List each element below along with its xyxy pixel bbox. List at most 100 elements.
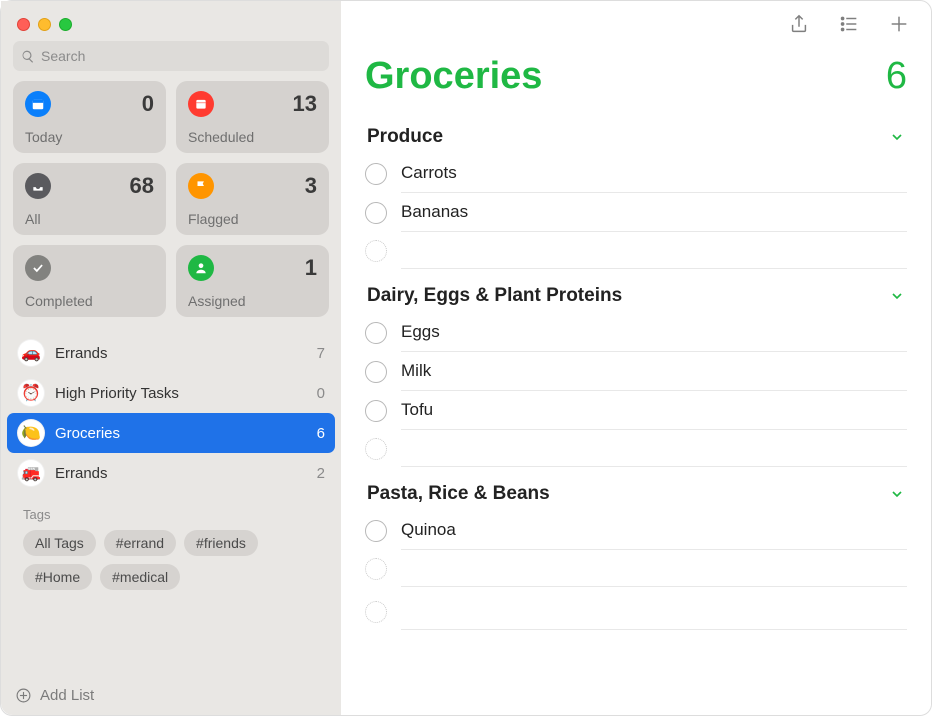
- card-assigned[interactable]: 1 Assigned: [176, 245, 329, 317]
- tags-heading: Tags: [23, 507, 319, 522]
- chevron-down-icon[interactable]: [889, 129, 905, 145]
- reminder-title: Quinoa: [401, 520, 456, 539]
- reminder-item[interactable]: Quinoa: [365, 511, 907, 550]
- share-icon: [788, 13, 810, 35]
- card-flagged-label: Flagged: [188, 211, 317, 227]
- reminder-item[interactable]: Milk: [365, 352, 907, 391]
- list-icon: 🚗: [17, 339, 45, 367]
- smart-list-cards: 0 Today 13 Scheduled 68: [1, 81, 341, 327]
- search-icon: [21, 49, 35, 64]
- chevron-down-icon[interactable]: [889, 288, 905, 304]
- list-row-groceries[interactable]: 🍋 Groceries 6: [7, 413, 335, 453]
- completion-circle-placeholder: [365, 558, 387, 580]
- list-count: 0: [317, 385, 325, 402]
- list-row-errands-2[interactable]: 🚒 Errands 2: [7, 453, 335, 493]
- card-today-count: 0: [142, 91, 154, 117]
- section-heading[interactable]: Produce: [367, 126, 443, 148]
- card-completed[interactable]: Completed: [13, 245, 166, 317]
- card-assigned-count: 1: [305, 255, 317, 281]
- card-completed-label: Completed: [25, 293, 154, 309]
- tag-friends[interactable]: #friends: [184, 530, 258, 556]
- completion-circle[interactable]: [365, 202, 387, 224]
- new-reminder-placeholder[interactable]: [365, 593, 907, 630]
- calendar-today-icon: [25, 91, 51, 117]
- add-list-label: Add List: [40, 687, 94, 704]
- section-produce: Produce Carrots Bananas: [365, 116, 907, 269]
- reminder-title: Eggs: [401, 322, 440, 341]
- card-scheduled-count: 13: [293, 91, 317, 117]
- new-reminder-placeholder[interactable]: [365, 550, 907, 587]
- share-button[interactable]: [787, 12, 811, 36]
- completion-circle[interactable]: [365, 163, 387, 185]
- completion-circle-placeholder: [365, 240, 387, 262]
- list-row-errands[interactable]: 🚗 Errands 7: [7, 333, 335, 373]
- page-title: Groceries: [365, 55, 542, 98]
- sidebar: 0 Today 13 Scheduled 68: [1, 1, 341, 715]
- reminder-item[interactable]: Eggs: [365, 313, 907, 352]
- search-field[interactable]: [13, 41, 329, 71]
- minimize-button[interactable]: [38, 18, 51, 31]
- tags-section: Tags All Tags #errand #friends #Home #me…: [7, 493, 335, 598]
- reminder-item[interactable]: Carrots: [365, 154, 907, 193]
- card-flagged-count: 3: [305, 173, 317, 199]
- reminder-item[interactable]: Bananas: [365, 193, 907, 232]
- window-controls: [17, 18, 72, 31]
- list-name: Errands: [55, 465, 307, 482]
- list-name: Errands: [55, 345, 307, 362]
- list-view-button[interactable]: [837, 12, 861, 36]
- section-heading[interactable]: Dairy, Eggs & Plant Proteins: [367, 285, 622, 307]
- close-button[interactable]: [17, 18, 30, 31]
- card-scheduled[interactable]: 13 Scheduled: [176, 81, 329, 153]
- completion-circle[interactable]: [365, 361, 387, 383]
- add-list-button[interactable]: Add List: [1, 675, 341, 715]
- plus-icon: [888, 13, 910, 35]
- list-name: Groceries: [55, 425, 307, 442]
- completion-circle[interactable]: [365, 400, 387, 422]
- reminder-item[interactable]: Tofu: [365, 391, 907, 430]
- completion-circle-placeholder: [365, 438, 387, 460]
- toolbar: [341, 1, 931, 47]
- section-heading[interactable]: Pasta, Rice & Beans: [367, 483, 550, 505]
- list-row-high-priority[interactable]: ⏰ High Priority Tasks 0: [7, 373, 335, 413]
- new-reminder-placeholder[interactable]: [365, 430, 907, 467]
- completion-circle-placeholder: [365, 601, 387, 623]
- list-icon: [838, 13, 860, 35]
- card-flagged[interactable]: 3 Flagged: [176, 163, 329, 235]
- list-icon: 🚒: [17, 459, 45, 487]
- card-today[interactable]: 0 Today: [13, 81, 166, 153]
- tray-icon: [25, 173, 51, 199]
- tag-errand[interactable]: #errand: [104, 530, 176, 556]
- card-all-count: 68: [130, 173, 154, 199]
- reminder-title: Tofu: [401, 400, 433, 419]
- new-reminder-placeholder[interactable]: [365, 232, 907, 269]
- card-scheduled-label: Scheduled: [188, 129, 317, 145]
- fullscreen-button[interactable]: [59, 18, 72, 31]
- main-panel: Groceries 6 Produce Carrots Bananas: [341, 1, 931, 715]
- reminder-title: Milk: [401, 361, 431, 380]
- list-icon: 🍋: [17, 419, 45, 447]
- tag-home[interactable]: #Home: [23, 564, 92, 590]
- plus-circle-icon: [15, 687, 32, 704]
- card-assigned-label: Assigned: [188, 293, 317, 309]
- list-total-count: 6: [886, 55, 907, 98]
- card-all-label: All: [25, 211, 154, 227]
- completion-circle[interactable]: [365, 322, 387, 344]
- search-input[interactable]: [41, 48, 321, 64]
- person-icon: [188, 255, 214, 281]
- reminder-title: Carrots: [401, 163, 457, 182]
- list-icon: ⏰: [17, 379, 45, 407]
- list-count: 2: [317, 465, 325, 482]
- add-reminder-button[interactable]: [887, 12, 911, 36]
- chevron-down-icon[interactable]: [889, 486, 905, 502]
- list-name: High Priority Tasks: [55, 385, 307, 402]
- tag-all[interactable]: All Tags: [23, 530, 96, 556]
- reminder-title: Bananas: [401, 202, 468, 221]
- completion-circle[interactable]: [365, 520, 387, 542]
- calendar-icon: [188, 91, 214, 117]
- card-all[interactable]: 68 All: [13, 163, 166, 235]
- section-pasta: Pasta, Rice & Beans Quinoa: [365, 473, 907, 587]
- list-count: 7: [317, 345, 325, 362]
- tag-medical[interactable]: #medical: [100, 564, 180, 590]
- list-count: 6: [317, 425, 325, 442]
- section-dairy: Dairy, Eggs & Plant Proteins Eggs Milk T…: [365, 275, 907, 467]
